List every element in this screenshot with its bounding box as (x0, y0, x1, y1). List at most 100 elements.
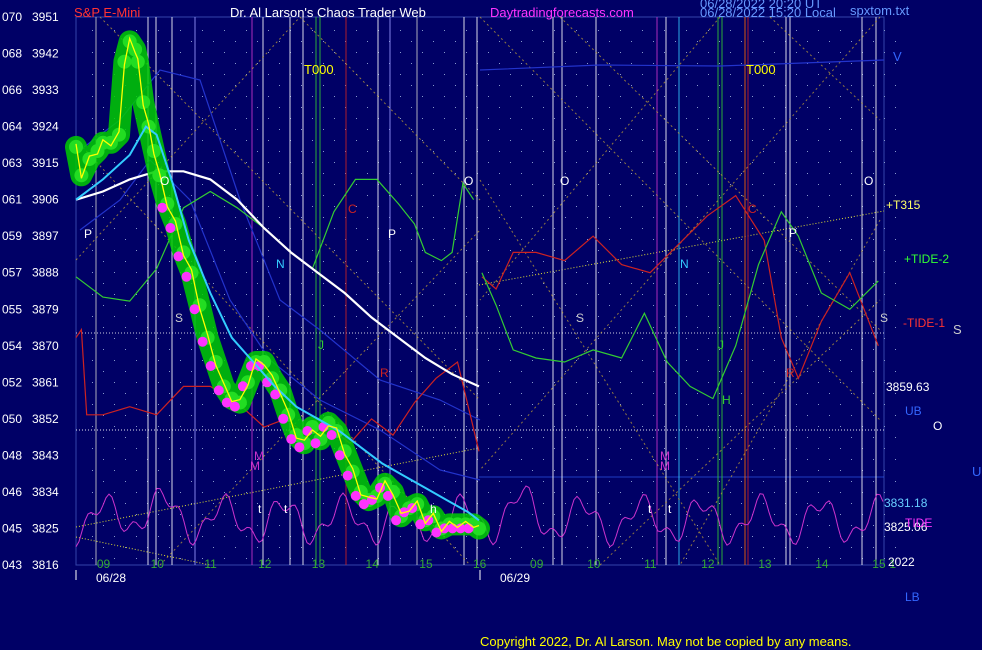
grid-dot (796, 250, 797, 251)
grid-dot (400, 404, 401, 405)
grid-dot (554, 162, 555, 163)
site-link[interactable]: Daytradingforecasts.com (490, 5, 634, 20)
grid-dot (807, 217, 808, 218)
grid-dot (840, 448, 841, 449)
grid-dot (213, 503, 214, 504)
grid-dot (554, 250, 555, 251)
grid-dot (92, 96, 93, 97)
grid-dot (708, 382, 709, 383)
grid-dot (576, 206, 577, 207)
grid-dot (367, 283, 368, 284)
grid-dot (752, 140, 753, 141)
grid-dot (213, 393, 214, 394)
grid-dot (818, 228, 819, 229)
grid-dot (180, 404, 181, 405)
grid-dot (653, 371, 654, 372)
grid-dot (576, 404, 577, 405)
grid-dot (411, 173, 412, 174)
grid-dot (796, 272, 797, 273)
grid-dot (466, 294, 467, 295)
grid-dot (653, 217, 654, 218)
grid-dot (774, 448, 775, 449)
y-tick-code: 059 (2, 229, 22, 243)
grid-dot (631, 195, 632, 196)
grid-dot (136, 536, 137, 537)
grid-dot (543, 547, 544, 548)
y-tick-price: 3951 (32, 10, 59, 24)
grid-dot (103, 371, 104, 372)
grid-dot (169, 371, 170, 372)
grid-dot (532, 74, 533, 75)
grid-dot (796, 294, 797, 295)
grid-dot (587, 547, 588, 548)
grid-dot (554, 52, 555, 53)
grid-dot (576, 382, 577, 383)
grid-dot (213, 525, 214, 526)
grid-dot (103, 459, 104, 460)
grid-dot (686, 250, 687, 251)
grid-dot (400, 316, 401, 317)
grid-dot (697, 63, 698, 64)
grid-dot (642, 514, 643, 515)
grid-dot (224, 294, 225, 295)
grid-dot (708, 338, 709, 339)
grid-dot (235, 283, 236, 284)
grid-dot (686, 74, 687, 75)
grid-dot (532, 382, 533, 383)
grid-dot (400, 96, 401, 97)
grid-dot (686, 206, 687, 207)
grid-dot (763, 195, 764, 196)
grid-dot (279, 85, 280, 86)
grid-dot (631, 41, 632, 42)
grid-dot (565, 459, 566, 460)
grid-dot (829, 327, 830, 328)
grid-dot (642, 52, 643, 53)
grid-dot (752, 426, 753, 427)
grid-dot (169, 261, 170, 262)
grid-dot (884, 250, 885, 251)
grid-dot (279, 547, 280, 548)
grid-dot (433, 63, 434, 64)
grid-dot (554, 316, 555, 317)
grid-dot (136, 382, 137, 383)
grid-dot (719, 195, 720, 196)
grid-dot (565, 85, 566, 86)
grid-dot (774, 52, 775, 53)
grid-dot (334, 96, 335, 97)
grid-dot (631, 481, 632, 482)
grid-dot (576, 492, 577, 493)
grid-dot (675, 393, 676, 394)
grid-dot (664, 360, 665, 361)
grid-dot (609, 349, 610, 350)
grid-dot (114, 470, 115, 471)
grid-dot (642, 338, 643, 339)
level-label: UB (905, 404, 922, 418)
grid-dot (510, 162, 511, 163)
grid-dot (92, 536, 93, 537)
grid-dot (532, 118, 533, 119)
grid-dot (499, 63, 500, 64)
grid-dot (444, 558, 445, 559)
grid-dot (609, 305, 610, 306)
grid-dot (840, 206, 841, 207)
grid-dot (257, 129, 258, 130)
grid-dot (499, 393, 500, 394)
grid-dot (741, 261, 742, 262)
grid-dot (455, 129, 456, 130)
grid-dot (741, 415, 742, 416)
grid-dot (521, 349, 522, 350)
grid-dot (180, 118, 181, 119)
grid-dot (730, 514, 731, 515)
grid-dot (631, 151, 632, 152)
grid-dot (334, 250, 335, 251)
grid-dot (510, 316, 511, 317)
grid-dot (873, 283, 874, 284)
grid-dot (224, 228, 225, 229)
grid-dot (653, 415, 654, 416)
grid-dot (224, 470, 225, 471)
grid-dot (92, 558, 93, 559)
grid-dot (356, 338, 357, 339)
grid-dot (433, 393, 434, 394)
grid-dot (169, 41, 170, 42)
grid-dot (400, 140, 401, 141)
